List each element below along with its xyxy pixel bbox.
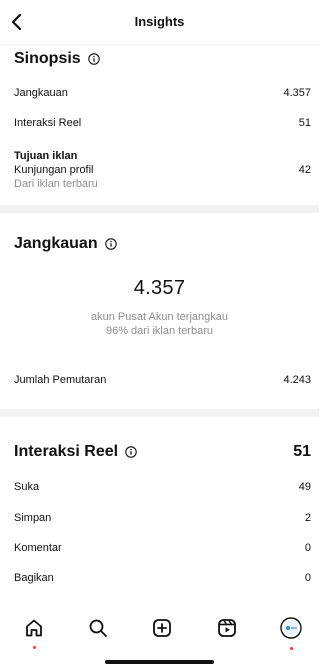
sinopsis-title: Sinopsis — [14, 50, 100, 68]
create-icon — [153, 619, 171, 637]
row-value-jangkauan: 4.357 — [283, 87, 311, 99]
ad-goal-label: Kunjungan profil — [14, 164, 94, 176]
reach-description: akun Pusat Akun terjangkau — [91, 311, 228, 323]
row-value-bagikan: 0 — [304, 572, 311, 584]
row-value-jumlah-pemutaran: 4.243 — [283, 374, 311, 386]
reels-icon — [218, 619, 236, 637]
row-label-jumlah-pemutaran: Jumlah Pemutaran — [14, 374, 107, 386]
home-icon — [26, 619, 42, 637]
info-icon[interactable] — [125, 446, 137, 458]
row-value-komentar: 0 — [304, 542, 311, 554]
interaksi-title: Interaksi Reel — [14, 443, 137, 461]
nav-search[interactable] — [86, 616, 110, 640]
interaksi-total: 51 — [293, 443, 311, 460]
bottom-nav — [0, 608, 319, 650]
sinopsis-title-text: Sinopsis — [14, 50, 81, 67]
jangkauan-title-text: Jangkauan — [14, 235, 98, 252]
interaksi-reel-section: Interaksi Reel 51 Suka 49 Simpan 2 Komen… — [0, 417, 319, 607]
jangkauan-section: Jangkauan 4.357 akun Pusat Akun terjangk… — [0, 213, 319, 403]
reach-ad-percentage: 96% dari iklan terbaru — [105, 325, 213, 337]
search-icon — [89, 619, 107, 637]
row-label-bagikan: Bagikan — [14, 572, 54, 584]
info-icon[interactable] — [87, 53, 100, 65]
jangkauan-title: Jangkauan — [14, 235, 117, 253]
home-indicator — [105, 660, 214, 664]
sinopsis-section: Sinopsis Jangkauan 4.357 Interaksi Reel … — [0, 44, 319, 204]
row-label-suka: Suka — [14, 481, 40, 493]
row-value-simpan: 2 — [304, 512, 311, 524]
section-divider — [0, 409, 319, 417]
profile-avatar — [280, 617, 302, 639]
row-label-jangkauan: Jangkauan — [14, 87, 68, 99]
notification-dot — [289, 647, 293, 650]
info-icon[interactable] — [104, 238, 117, 250]
nav-home[interactable] — [22, 616, 46, 649]
interaksi-title-text: Interaksi Reel — [14, 443, 119, 460]
page-title: Insights — [134, 14, 185, 29]
ad-goal-heading: Tujuan iklan — [14, 150, 78, 162]
nav-create[interactable] — [150, 616, 174, 640]
reach-total: 4.357 — [133, 277, 186, 299]
ad-goal-value: 42 — [298, 164, 311, 176]
section-divider — [0, 205, 319, 213]
notification-dot — [32, 646, 36, 649]
ad-goal-sublabel: Dari iklan terbaru — [14, 178, 98, 190]
nav-profile[interactable] — [279, 616, 303, 650]
row-label-simpan: Simpan — [14, 512, 52, 524]
row-value-suka: 49 — [298, 481, 311, 493]
row-label-komentar: Komentar — [14, 542, 62, 554]
row-value-interaksi-reel: 51 — [298, 117, 311, 129]
header-bar: Insights — [0, 0, 319, 45]
nav-reels[interactable] — [215, 616, 239, 640]
row-label-interaksi-reel: Interaksi Reel — [14, 117, 82, 129]
